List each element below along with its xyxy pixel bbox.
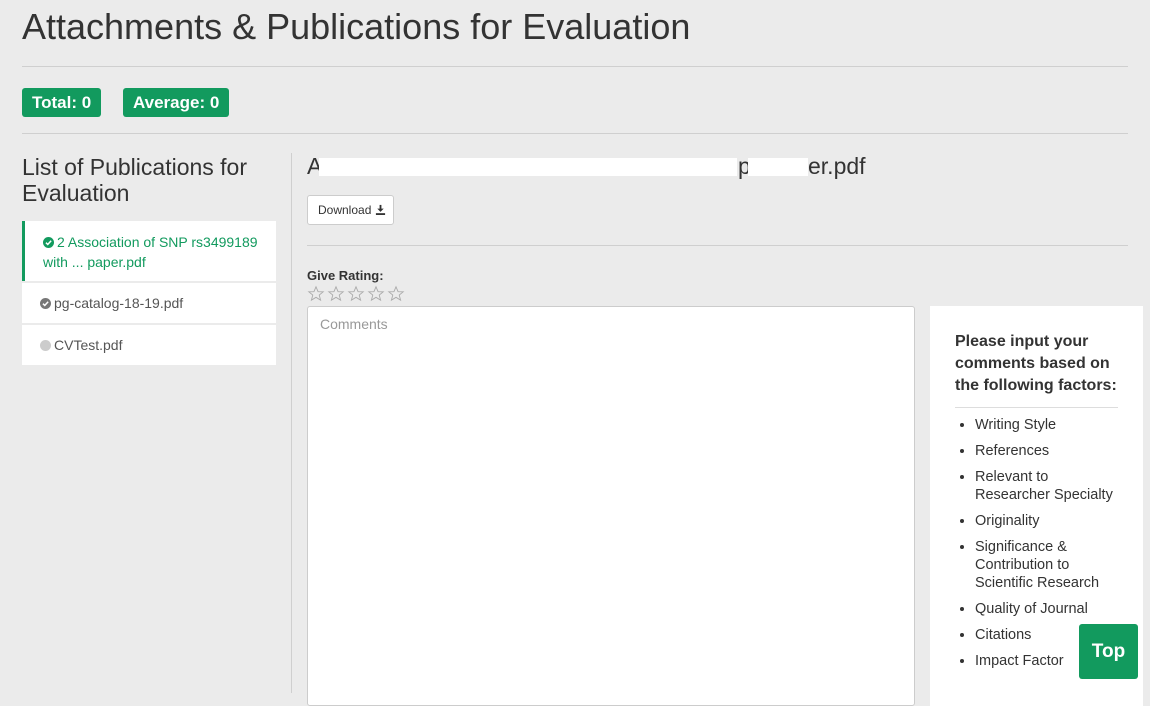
publication-item-1-label-line2: with ... paper.pdf <box>43 254 146 270</box>
star-icon-5[interactable] <box>387 285 405 303</box>
title-divider <box>22 66 1128 67</box>
publication-item-2-label: pg-catalog-18-19.pdf <box>54 295 184 311</box>
comments-textarea[interactable] <box>307 306 915 706</box>
guidelines-divider <box>955 407 1118 408</box>
publication-item-3[interactable]: CVTest.pdf <box>22 325 276 365</box>
page-title: Attachments & Publications for Evaluatio… <box>22 6 691 47</box>
redaction-block <box>748 158 808 176</box>
rating-label: Give Rating: <box>307 268 384 283</box>
redaction-block <box>319 158 737 176</box>
summary-divider <box>22 133 1128 134</box>
guideline-item: Writing Style <box>975 416 1118 434</box>
star-icon-1[interactable] <box>307 285 325 303</box>
download-label: Download <box>318 203 372 217</box>
check-circle-icon <box>40 298 51 309</box>
download-button[interactable]: Download <box>307 195 394 225</box>
guidelines-heading: Please input your comments based on the … <box>955 333 1117 394</box>
publication-item-1-label-line1: 2 Association of SNP rs3499189 <box>57 234 258 250</box>
sidebar-divider <box>291 153 292 693</box>
publication-item-3-label: CVTest.pdf <box>54 337 123 353</box>
guideline-item: Quality of Journal <box>975 600 1118 618</box>
guideline-item: Significance & Contribution to Scientifi… <box>975 538 1118 592</box>
star-icon-4[interactable] <box>367 285 385 303</box>
star-icon-3[interactable] <box>347 285 365 303</box>
scroll-top-button[interactable]: Top <box>1079 624 1138 679</box>
publications-list-heading: List of Publications for Evaluation <box>22 154 248 206</box>
check-circle-icon <box>43 237 54 248</box>
average-badge: Average: 0 <box>123 88 230 117</box>
guideline-item: Originality <box>975 512 1118 530</box>
document-divider <box>307 245 1128 246</box>
total-badge: Total: 0 <box>22 88 102 117</box>
publication-item-1[interactable]: 2 Association of SNP rs3499189 with ... … <box>22 221 276 281</box>
guideline-item: Relevant to Researcher Specialty <box>975 468 1118 504</box>
pending-circle-icon <box>40 340 51 351</box>
guideline-item: References <box>975 442 1118 460</box>
download-icon <box>375 204 385 215</box>
publication-item-2[interactable]: pg-catalog-18-19.pdf <box>22 283 276 323</box>
star-icon-2[interactable] <box>327 285 345 303</box>
document-title-suffix: er.pdf <box>808 153 866 179</box>
star-rating[interactable] <box>307 285 405 303</box>
